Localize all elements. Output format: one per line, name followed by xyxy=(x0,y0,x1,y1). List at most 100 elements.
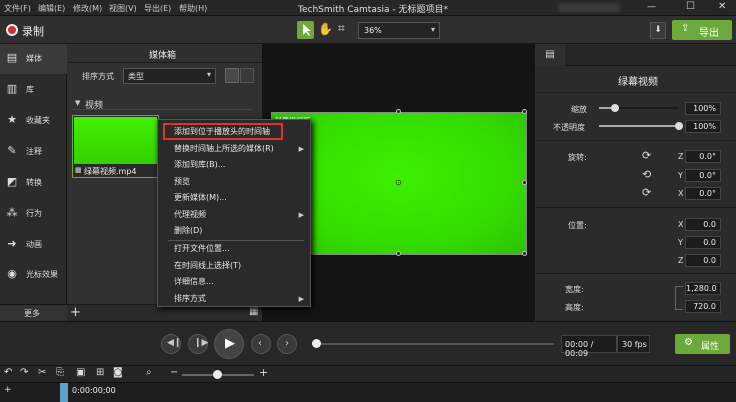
resize-handle-top-right[interactable] xyxy=(522,109,527,114)
export-button[interactable]: ⇪ 导出 xyxy=(672,20,732,40)
menu-help[interactable]: 帮助(H) xyxy=(179,3,207,14)
step-forward-button[interactable]: ❙▶ xyxy=(188,334,208,354)
menu-item-add-to-library[interactable]: 添加到库(B)... xyxy=(158,157,310,173)
scrub-handle[interactable] xyxy=(312,339,321,348)
width-input[interactable]: 1,280.0 xyxy=(685,282,721,295)
position-y-input[interactable]: 0.0 xyxy=(685,236,721,249)
menu-item-sort-by[interactable]: 排序方式 ▶ xyxy=(158,291,310,307)
position-z-input[interactable]: 0.0 xyxy=(685,254,721,267)
user-account[interactable] xyxy=(558,3,620,12)
opacity-slider[interactable] xyxy=(599,122,683,130)
nav-item-media[interactable]: ▤ 媒体 xyxy=(0,44,67,74)
redo-icon[interactable]: ↷ xyxy=(20,367,28,378)
nav-item-annotations[interactable]: ✎ 注释 xyxy=(0,137,67,167)
rotation-z-input[interactable]: 0.0° xyxy=(685,150,721,163)
nav-item-transitions[interactable]: ◩ 转换 xyxy=(0,168,67,198)
nav-item-cursor-effects[interactable]: ◉ 光标效果 xyxy=(0,260,67,290)
split-icon[interactable]: ⊞ xyxy=(96,367,104,378)
step-back-button[interactable]: ◀❙ xyxy=(161,334,181,354)
menu-item-proxy-video[interactable]: 代理视频 ▶ xyxy=(158,207,310,223)
opacity-label: 不透明度 xyxy=(553,123,585,132)
sort-order-icon[interactable] xyxy=(240,68,254,83)
zoom-out-icon[interactable]: − xyxy=(170,367,178,378)
collapse-triangle-icon[interactable]: ▼ xyxy=(75,99,80,107)
opacity-slider-handle[interactable] xyxy=(675,122,683,130)
rotation-y-input[interactable]: 0.0° xyxy=(685,169,721,182)
menu-edit[interactable]: 编辑(E) xyxy=(38,3,65,14)
play-button[interactable]: ▶ xyxy=(214,329,244,359)
cut-icon[interactable]: ✂ xyxy=(38,367,46,378)
playhead[interactable] xyxy=(60,383,68,402)
download-icon[interactable]: ⬇ xyxy=(650,22,666,39)
maximize-button[interactable]: ☐ xyxy=(686,1,695,12)
media-bin-header: 媒体箱 xyxy=(67,44,262,63)
scrub-bar[interactable] xyxy=(313,343,554,345)
sort-label: 排序方式 xyxy=(82,72,114,81)
menu-item-add-to-timeline[interactable]: 添加到位于播放头的时间轴 xyxy=(158,124,310,140)
width-label: 宽度: xyxy=(565,285,584,294)
menu-item-replace-media[interactable]: 替换时间轴上所选的媒体(R) ▶ xyxy=(158,141,310,157)
center-handle-icon[interactable]: ⊙ xyxy=(395,178,402,187)
pan-hand-icon[interactable]: ✋ xyxy=(318,22,333,36)
scale-label: 缩放 xyxy=(571,105,587,114)
menu-export[interactable]: 导出(E) xyxy=(144,3,171,14)
close-button[interactable]: ✕ xyxy=(718,1,726,12)
rotate-x-icon[interactable]: ⟳ xyxy=(642,186,651,199)
menu-item-select-on-timeline[interactable]: 在时间线上选择(T) xyxy=(158,258,310,274)
rotate-z-icon[interactable]: ⟳ xyxy=(642,149,651,162)
grid-view-icon[interactable]: ▦ xyxy=(249,306,258,317)
menu-item-update-media[interactable]: 更新媒体(M)... xyxy=(158,190,310,206)
menu-file[interactable]: 文件(F) xyxy=(4,3,31,14)
pos-y-axis-label: Y xyxy=(678,238,683,247)
copy-icon[interactable]: ⎘ xyxy=(56,367,64,378)
record-icon[interactable] xyxy=(6,24,18,36)
record-button[interactable]: 录制 xyxy=(22,23,44,39)
select-tool-button[interactable] xyxy=(297,21,314,39)
timeline-zoom-handle[interactable] xyxy=(213,370,222,379)
menu-item-delete[interactable]: 删除(D) xyxy=(158,223,310,239)
menu-view[interactable]: 视图(V) xyxy=(109,3,137,14)
properties-button[interactable]: ⚙ 属性 xyxy=(675,334,730,354)
add-icon[interactable]: + xyxy=(70,305,81,320)
crop-icon[interactable]: ⌗ xyxy=(338,21,345,36)
nav-item-behaviors[interactable]: ⁂ 行为 xyxy=(0,199,67,229)
resize-handle-top[interactable] xyxy=(396,109,401,114)
resize-handle-right[interactable] xyxy=(522,180,527,185)
paste-icon[interactable]: ▣ xyxy=(76,367,85,378)
gear-icon: ⚙ xyxy=(684,337,693,348)
menu-item-details[interactable]: 详细信息... xyxy=(158,274,310,290)
add-track-icon[interactable]: + xyxy=(4,385,12,395)
menu-modify[interactable]: 修改(M) xyxy=(73,3,102,14)
undo-icon[interactable]: ↶ xyxy=(4,367,12,378)
zoom-in-icon[interactable]: + xyxy=(259,366,268,379)
list-view-icon[interactable] xyxy=(225,68,239,83)
rotation-x-input[interactable]: 0.0° xyxy=(685,187,721,200)
next-clip-button[interactable]: › xyxy=(277,334,297,354)
resize-handle-bottom[interactable] xyxy=(396,251,401,256)
minimize-button[interactable]: — xyxy=(647,2,656,12)
aspect-lock-icon[interactable] xyxy=(675,286,683,310)
position-x-input[interactable]: 0.0 xyxy=(685,218,721,231)
scale-slider[interactable] xyxy=(599,104,679,112)
scale-input[interactable]: 100% xyxy=(685,102,721,115)
search-icon[interactable]: ⌕ xyxy=(146,367,152,378)
zoom-dropdown[interactable]: 36% ▾ xyxy=(358,22,440,39)
nav-item-animations[interactable]: ➜ 动画 xyxy=(0,230,67,260)
height-input[interactable]: 720.0 xyxy=(685,300,721,313)
axis-x-label: X xyxy=(678,189,684,198)
more-button[interactable]: 更多 xyxy=(0,304,67,321)
menu-item-open-file-location[interactable]: 打开文件位置... xyxy=(158,241,310,257)
nav-item-library[interactable]: ▥ 库 xyxy=(0,75,67,105)
film-icon[interactable]: ▤ xyxy=(535,44,565,66)
timeline-ruler[interactable]: + 0:00:00;00 xyxy=(0,382,736,402)
menu-item-preview[interactable]: 预览 xyxy=(158,174,310,190)
prev-clip-button[interactable]: ‹ xyxy=(251,334,271,354)
opacity-input[interactable]: 100% xyxy=(685,120,721,133)
resize-handle-bottom-right[interactable] xyxy=(522,251,527,256)
rotate-y-icon[interactable]: ⟲ xyxy=(642,168,651,181)
snapshot-icon[interactable]: ◙ xyxy=(113,367,123,378)
sort-dropdown[interactable]: 类型 ▾ xyxy=(123,68,216,84)
scale-slider-handle[interactable] xyxy=(611,104,619,112)
nav-item-favorites[interactable]: ★ 收藏夹 xyxy=(0,106,67,136)
media-clip-thumbnail[interactable]: ▦ 绿幕视频.mp4 xyxy=(72,115,159,178)
